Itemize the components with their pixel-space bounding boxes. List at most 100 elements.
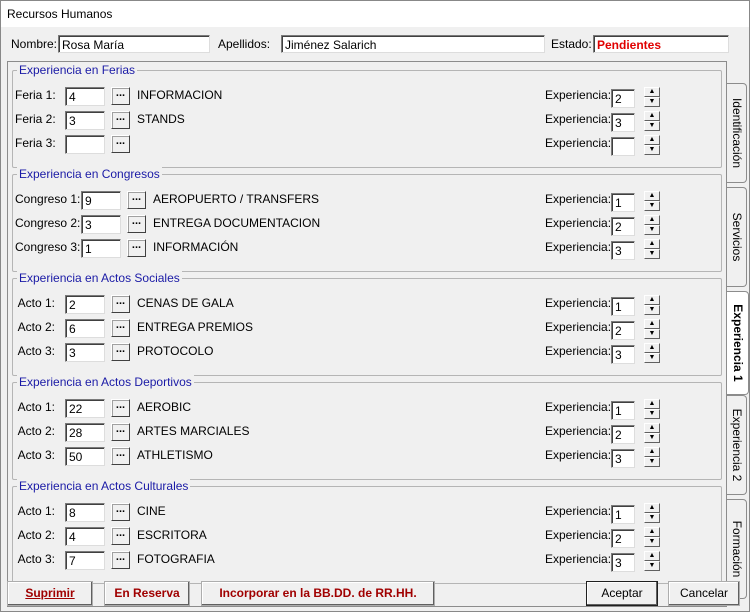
- row-value-field[interactable]: 4: [65, 87, 105, 106]
- experiencia-field[interactable]: 2: [611, 321, 635, 340]
- experiencia-spinner[interactable]: ▲ ▼: [644, 447, 660, 467]
- spin-up-icon[interactable]: ▲: [644, 215, 660, 225]
- spin-down-icon[interactable]: ▼: [644, 225, 660, 235]
- spin-down-icon[interactable]: ▼: [644, 201, 660, 211]
- spin-up-icon[interactable]: ▲: [644, 447, 660, 457]
- row-value-field[interactable]: 3: [65, 343, 105, 362]
- experiencia-spinner[interactable]: ▲ ▼: [644, 111, 660, 131]
- experiencia-field[interactable]: 3: [611, 345, 635, 364]
- spin-up-icon[interactable]: ▲: [644, 423, 660, 433]
- row-value-field[interactable]: 9: [81, 191, 121, 210]
- row-value-field[interactable]: [65, 135, 105, 154]
- experiencia-field[interactable]: [611, 137, 635, 156]
- experiencia-spinner[interactable]: ▲ ▼: [644, 319, 660, 339]
- cancelar-button[interactable]: Cancelar: [668, 581, 740, 606]
- row-value-field[interactable]: 3: [65, 111, 105, 130]
- experiencia-field[interactable]: 2: [611, 529, 635, 548]
- experiencia-spinner[interactable]: ▲ ▼: [644, 343, 660, 363]
- apellidos-field[interactable]: Jiménez Salarich: [281, 35, 545, 53]
- experiencia-field[interactable]: 2: [611, 425, 635, 444]
- tab-2[interactable]: Servicios: [727, 187, 747, 287]
- spin-up-icon[interactable]: ▲: [644, 319, 660, 329]
- spin-down-icon[interactable]: ▼: [644, 145, 660, 155]
- suprimir-button[interactable]: Suprimir: [7, 581, 93, 606]
- experiencia-spinner[interactable]: ▲ ▼: [644, 527, 660, 547]
- spin-up-icon[interactable]: ▲: [644, 503, 660, 513]
- spin-down-icon[interactable]: ▼: [644, 121, 660, 131]
- spin-up-icon[interactable]: ▲: [644, 135, 660, 145]
- spin-down-icon[interactable]: ▼: [644, 249, 660, 259]
- row-value-field[interactable]: 1: [81, 239, 121, 258]
- spin-down-icon[interactable]: ▼: [644, 409, 660, 419]
- tab-4[interactable]: Experiencia 2: [727, 395, 747, 495]
- experiencia-field[interactable]: 1: [611, 297, 635, 316]
- browse-button[interactable]: ...: [111, 111, 130, 129]
- nombre-field[interactable]: Rosa María: [58, 35, 210, 53]
- spin-down-icon[interactable]: ▼: [644, 457, 660, 467]
- browse-button[interactable]: ...: [111, 295, 130, 313]
- tab-1[interactable]: Identificación: [727, 83, 747, 183]
- experiencia-field[interactable]: 3: [611, 449, 635, 468]
- spin-down-icon[interactable]: ▼: [644, 513, 660, 523]
- spin-down-icon[interactable]: ▼: [644, 329, 660, 339]
- experiencia-spinner[interactable]: ▲ ▼: [644, 239, 660, 259]
- row-value-field[interactable]: 2: [65, 295, 105, 314]
- aceptar-button[interactable]: Aceptar: [586, 581, 658, 606]
- spin-up-icon[interactable]: ▲: [644, 87, 660, 97]
- row-value-field[interactable]: 50: [65, 447, 105, 466]
- browse-button[interactable]: ...: [111, 343, 130, 361]
- experiencia-spinner[interactable]: ▲ ▼: [644, 87, 660, 107]
- browse-button[interactable]: ...: [111, 319, 130, 337]
- browse-button[interactable]: ...: [111, 423, 130, 441]
- browse-button[interactable]: ...: [111, 87, 130, 105]
- experiencia-field[interactable]: 1: [611, 505, 635, 524]
- experiencia-spinner[interactable]: ▲ ▼: [644, 551, 660, 571]
- experiencia-field[interactable]: 1: [611, 401, 635, 420]
- experiencia-field[interactable]: 1: [611, 193, 635, 212]
- row-value-field[interactable]: 8: [65, 503, 105, 522]
- incorporar-button[interactable]: Incorporar en la BB.DD. de RR.HH.: [201, 581, 435, 606]
- browse-button[interactable]: ...: [111, 399, 130, 417]
- browse-button[interactable]: ...: [111, 135, 130, 153]
- reserva-button[interactable]: En Reserva: [104, 581, 190, 606]
- experiencia-field[interactable]: 2: [611, 217, 635, 236]
- experiencia-spinner[interactable]: ▲ ▼: [644, 295, 660, 315]
- spin-down-icon[interactable]: ▼: [644, 305, 660, 315]
- spin-up-icon[interactable]: ▲: [644, 527, 660, 537]
- experiencia-field[interactable]: 2: [611, 89, 635, 108]
- experiencia-spinner[interactable]: ▲ ▼: [644, 423, 660, 443]
- browse-button[interactable]: ...: [111, 551, 130, 569]
- spin-up-icon[interactable]: ▲: [644, 551, 660, 561]
- row-value-field[interactable]: 28: [65, 423, 105, 442]
- row-value-field[interactable]: 6: [65, 319, 105, 338]
- row-value-field[interactable]: 7: [65, 551, 105, 570]
- experiencia-field[interactable]: 3: [611, 553, 635, 572]
- spin-up-icon[interactable]: ▲: [644, 295, 660, 305]
- experiencia-field[interactable]: 3: [611, 241, 635, 260]
- browse-button[interactable]: ...: [111, 447, 130, 465]
- row-value-field[interactable]: 4: [65, 527, 105, 546]
- row-value-field[interactable]: 22: [65, 399, 105, 418]
- browse-button[interactable]: ...: [111, 503, 130, 521]
- spin-up-icon[interactable]: ▲: [644, 343, 660, 353]
- spin-up-icon[interactable]: ▲: [644, 111, 660, 121]
- estado-field[interactable]: Pendientes: [593, 35, 729, 53]
- experiencia-spinner[interactable]: ▲ ▼: [644, 503, 660, 523]
- spin-down-icon[interactable]: ▼: [644, 433, 660, 443]
- experiencia-spinner[interactable]: ▲ ▼: [644, 191, 660, 211]
- tab-3[interactable]: Experiencia 1: [727, 291, 749, 395]
- experiencia-spinner[interactable]: ▲ ▼: [644, 135, 660, 155]
- spin-down-icon[interactable]: ▼: [644, 537, 660, 547]
- experiencia-spinner[interactable]: ▲ ▼: [644, 215, 660, 235]
- browse-button[interactable]: ...: [127, 215, 146, 233]
- row-value-field[interactable]: 3: [81, 215, 121, 234]
- spin-down-icon[interactable]: ▼: [644, 97, 660, 107]
- spin-down-icon[interactable]: ▼: [644, 561, 660, 571]
- spin-up-icon[interactable]: ▲: [644, 399, 660, 409]
- browse-button[interactable]: ...: [127, 239, 146, 257]
- browse-button[interactable]: ...: [111, 527, 130, 545]
- spin-up-icon[interactable]: ▲: [644, 191, 660, 201]
- spin-up-icon[interactable]: ▲: [644, 239, 660, 249]
- spin-down-icon[interactable]: ▼: [644, 353, 660, 363]
- browse-button[interactable]: ...: [127, 191, 146, 209]
